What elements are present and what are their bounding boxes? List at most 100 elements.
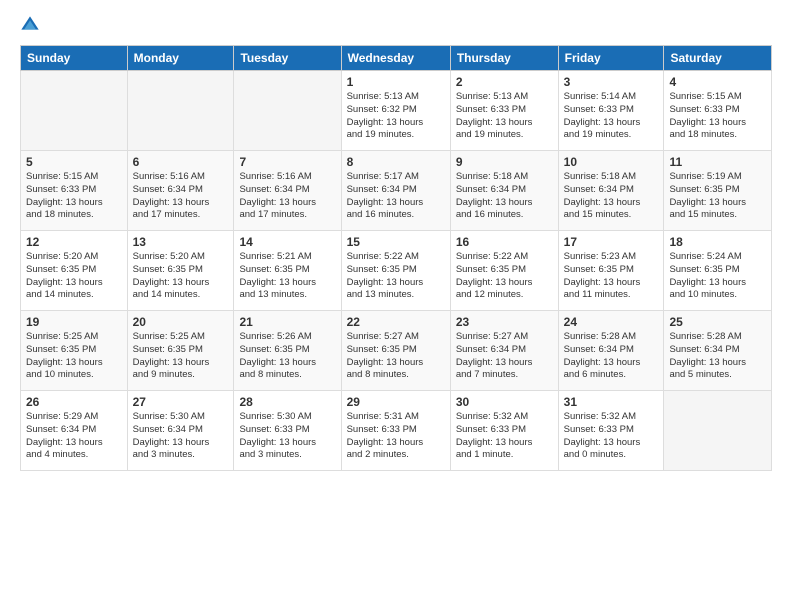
- day-cell: [234, 71, 341, 151]
- day-number: 14: [239, 235, 335, 249]
- day-cell: 9 Sunrise: 5:18 AMSunset: 6:34 PMDaylight…: [450, 151, 558, 231]
- day-cell: [127, 71, 234, 151]
- weekday-header-saturday: Saturday: [664, 46, 772, 71]
- week-row-4: 19Sunrise: 5:25 AMSunset: 6:35 PMDayligh…: [21, 311, 772, 391]
- day-cell: 25 Sunrise: 5:28 AMSunset: 6:34 PMDayligh…: [664, 311, 772, 391]
- week-row-5: 26Sunrise: 5:29 AMSunset: 6:34 PMDayligh…: [21, 391, 772, 471]
- day-info: Sunrise: 5:27 AMSunset: 6:34 PMDaylight:…: [456, 331, 553, 382]
- logo: [20, 15, 44, 35]
- weekday-header-tuesday: Tuesday: [234, 46, 341, 71]
- day-number: 10: [564, 155, 659, 169]
- day-number: 23: [456, 315, 553, 329]
- day-number: 3: [564, 75, 659, 89]
- day-cell: 28Sunrise: 5:30 AMSunset: 6:33 PMDayligh…: [234, 391, 341, 471]
- day-info: Sunrise: 5:25 AMSunset: 6:35 PMDaylight:…: [133, 331, 229, 382]
- day-info: Sunrise: 5:13 AMSunset: 6:32 PMDaylight:…: [347, 91, 445, 142]
- day-info: Sunrise: 5:18 AMSunset: 6:34 PMDaylight:…: [564, 171, 659, 222]
- day-info: Sunrise: 5:19 AMSunset: 6:35 PMDaylight:…: [669, 171, 766, 222]
- day-number: 11: [669, 155, 766, 169]
- day-cell: 3 Sunrise: 5:14 AMSunset: 6:33 PMDaylight…: [558, 71, 664, 151]
- week-row-2: 5Sunrise: 5:15 AMSunset: 6:33 PMDaylight…: [21, 151, 772, 231]
- day-number: 20: [133, 315, 229, 329]
- day-info: Sunrise: 5:32 AMSunset: 6:33 PMDaylight:…: [456, 411, 553, 462]
- day-cell: 8 Sunrise: 5:17 AMSunset: 6:34 PMDaylight…: [341, 151, 450, 231]
- day-cell: 10 Sunrise: 5:18 AMSunset: 6:34 PMDayligh…: [558, 151, 664, 231]
- day-cell: 2 Sunrise: 5:13 AMSunset: 6:33 PMDaylight…: [450, 71, 558, 151]
- day-number: 22: [347, 315, 445, 329]
- day-number: 15: [347, 235, 445, 249]
- day-cell: 24 Sunrise: 5:28 AMSunset: 6:34 PMDayligh…: [558, 311, 664, 391]
- day-info: Sunrise: 5:20 AMSunset: 6:35 PMDaylight:…: [133, 251, 229, 302]
- day-cell: 22 Sunrise: 5:27 AMSunset: 6:35 PMDayligh…: [341, 311, 450, 391]
- day-number: 16: [456, 235, 553, 249]
- day-number: 6: [133, 155, 229, 169]
- day-cell: 23 Sunrise: 5:27 AMSunset: 6:34 PMDayligh…: [450, 311, 558, 391]
- day-number: 25: [669, 315, 766, 329]
- day-info: Sunrise: 5:14 AMSunset: 6:33 PMDaylight:…: [564, 91, 659, 142]
- day-number: 9: [456, 155, 553, 169]
- day-cell: 26Sunrise: 5:29 AMSunset: 6:34 PMDayligh…: [21, 391, 128, 471]
- day-info: Sunrise: 5:22 AMSunset: 6:35 PMDaylight:…: [456, 251, 553, 302]
- day-info: Sunrise: 5:15 AMSunset: 6:33 PMDaylight:…: [669, 91, 766, 142]
- day-cell: 1 Sunrise: 5:13 AMSunset: 6:32 PMDaylight…: [341, 71, 450, 151]
- day-number: 24: [564, 315, 659, 329]
- day-number: 12: [26, 235, 122, 249]
- day-number: 27: [133, 395, 229, 409]
- day-cell: 20 Sunrise: 5:25 AMSunset: 6:35 PMDayligh…: [127, 311, 234, 391]
- day-cell: 21 Sunrise: 5:26 AMSunset: 6:35 PMDayligh…: [234, 311, 341, 391]
- day-info: Sunrise: 5:13 AMSunset: 6:33 PMDaylight:…: [456, 91, 553, 142]
- day-cell: 6 Sunrise: 5:16 AMSunset: 6:34 PMDaylight…: [127, 151, 234, 231]
- day-cell: 12 Sunrise: 5:20 AMSunset: 6:35 PMDayligh…: [21, 231, 128, 311]
- week-row-1: 1 Sunrise: 5:13 AMSunset: 6:32 PMDaylight…: [21, 71, 772, 151]
- day-info: Sunrise: 5:29 AMSunset: 6:34 PMDaylight:…: [26, 411, 122, 462]
- weekday-header-friday: Friday: [558, 46, 664, 71]
- day-cell: [664, 391, 772, 471]
- day-number: 1: [347, 75, 445, 89]
- day-cell: 5Sunrise: 5:15 AMSunset: 6:33 PMDaylight…: [21, 151, 128, 231]
- day-info: Sunrise: 5:30 AMSunset: 6:34 PMDaylight:…: [133, 411, 229, 462]
- day-info: Sunrise: 5:22 AMSunset: 6:35 PMDaylight:…: [347, 251, 445, 302]
- day-cell: 11 Sunrise: 5:19 AMSunset: 6:35 PMDayligh…: [664, 151, 772, 231]
- day-cell: 29Sunrise: 5:31 AMSunset: 6:33 PMDayligh…: [341, 391, 450, 471]
- calendar: SundayMondayTuesdayWednesdayThursdayFrid…: [20, 45, 772, 471]
- day-cell: 27 Sunrise: 5:30 AMSunset: 6:34 PMDayligh…: [127, 391, 234, 471]
- header: [20, 15, 772, 35]
- day-info: Sunrise: 5:16 AMSunset: 6:34 PMDaylight:…: [239, 171, 335, 222]
- day-info: Sunrise: 5:30 AMSunset: 6:33 PMDaylight:…: [239, 411, 335, 462]
- day-info: Sunrise: 5:26 AMSunset: 6:35 PMDaylight:…: [239, 331, 335, 382]
- day-number: 13: [133, 235, 229, 249]
- weekday-header-wednesday: Wednesday: [341, 46, 450, 71]
- day-info: Sunrise: 5:28 AMSunset: 6:34 PMDaylight:…: [564, 331, 659, 382]
- day-cell: 31 Sunrise: 5:32 AMSunset: 6:33 PMDayligh…: [558, 391, 664, 471]
- day-number: 18: [669, 235, 766, 249]
- day-cell: 17Sunrise: 5:23 AMSunset: 6:35 PMDayligh…: [558, 231, 664, 311]
- day-cell: 13 Sunrise: 5:20 AMSunset: 6:35 PMDayligh…: [127, 231, 234, 311]
- day-info: Sunrise: 5:27 AMSunset: 6:35 PMDaylight:…: [347, 331, 445, 382]
- weekday-header-sunday: Sunday: [21, 46, 128, 71]
- day-number: 8: [347, 155, 445, 169]
- day-info: Sunrise: 5:28 AMSunset: 6:34 PMDaylight:…: [669, 331, 766, 382]
- day-cell: 30 Sunrise: 5:32 AMSunset: 6:33 PMDayligh…: [450, 391, 558, 471]
- logo-icon: [20, 15, 40, 35]
- weekday-header-row: SundayMondayTuesdayWednesdayThursdayFrid…: [21, 46, 772, 71]
- day-number: 21: [239, 315, 335, 329]
- day-info: Sunrise: 5:17 AMSunset: 6:34 PMDaylight:…: [347, 171, 445, 222]
- day-cell: 4Sunrise: 5:15 AMSunset: 6:33 PMDaylight…: [664, 71, 772, 151]
- day-number: 2: [456, 75, 553, 89]
- weekday-header-monday: Monday: [127, 46, 234, 71]
- day-info: Sunrise: 5:23 AMSunset: 6:35 PMDaylight:…: [564, 251, 659, 302]
- day-info: Sunrise: 5:20 AMSunset: 6:35 PMDaylight:…: [26, 251, 122, 302]
- day-cell: 14Sunrise: 5:21 AMSunset: 6:35 PMDayligh…: [234, 231, 341, 311]
- day-cell: 19Sunrise: 5:25 AMSunset: 6:35 PMDayligh…: [21, 311, 128, 391]
- day-info: Sunrise: 5:18 AMSunset: 6:34 PMDaylight:…: [456, 171, 553, 222]
- day-number: 7: [239, 155, 335, 169]
- day-number: 5: [26, 155, 122, 169]
- day-number: 30: [456, 395, 553, 409]
- day-cell: 18Sunrise: 5:24 AMSunset: 6:35 PMDayligh…: [664, 231, 772, 311]
- day-cell: 15 Sunrise: 5:22 AMSunset: 6:35 PMDayligh…: [341, 231, 450, 311]
- day-cell: [21, 71, 128, 151]
- day-cell: 16 Sunrise: 5:22 AMSunset: 6:35 PMDayligh…: [450, 231, 558, 311]
- day-info: Sunrise: 5:32 AMSunset: 6:33 PMDaylight:…: [564, 411, 659, 462]
- day-number: 31: [564, 395, 659, 409]
- day-info: Sunrise: 5:16 AMSunset: 6:34 PMDaylight:…: [133, 171, 229, 222]
